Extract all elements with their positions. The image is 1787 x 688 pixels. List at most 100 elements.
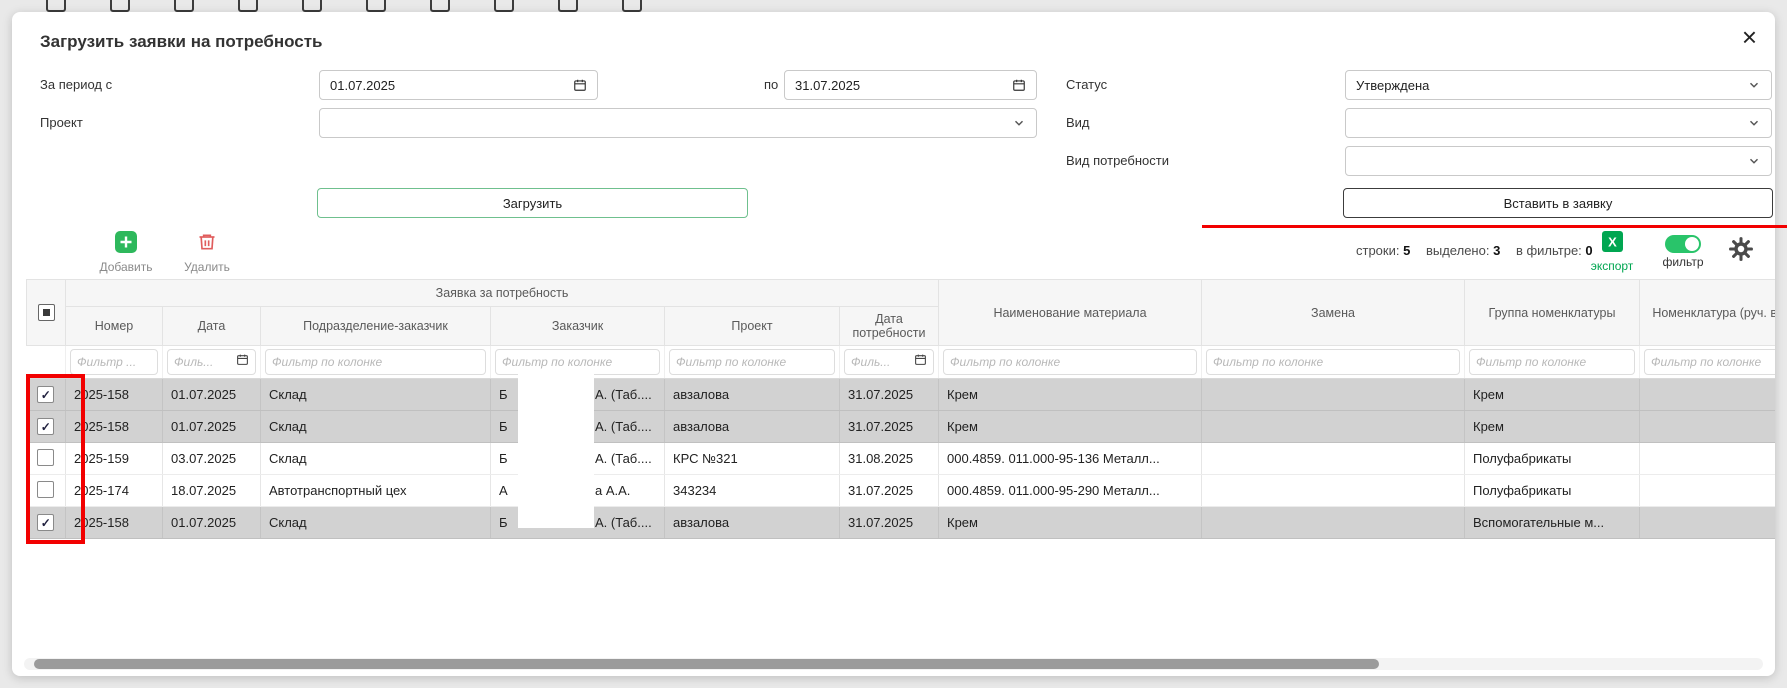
scrollbar-thumb[interactable] — [34, 659, 1379, 669]
calendar-icon[interactable] — [1012, 78, 1026, 92]
toolbar-icon-9[interactable] — [558, 0, 578, 12]
filter-toggle[interactable]: фильтр — [1653, 233, 1713, 269]
row-checkbox-cell: ✓ — [27, 411, 66, 443]
kind-label: Вид — [1066, 115, 1090, 130]
column-filter-input[interactable]: Фильтр по колонке — [1644, 349, 1775, 375]
cell-need-date: 31.08.2025 — [840, 443, 939, 475]
column-filter-input[interactable]: Филь... — [167, 349, 256, 375]
column-header-customer[interactable]: Заказчик — [491, 307, 665, 346]
date-from-input[interactable]: 01.07.2025 — [319, 70, 598, 100]
row-checkbox-checked[interactable]: ✓ — [37, 514, 54, 531]
plus-icon — [115, 231, 137, 253]
rows-label: строки: — [1356, 243, 1399, 258]
column-header-date[interactable]: Дата — [163, 307, 261, 346]
cell-replacement — [1202, 507, 1465, 539]
cell-date: 01.07.2025 — [163, 411, 261, 443]
column-filter-input[interactable]: Фильтр по колонке — [495, 349, 660, 375]
column-header-project[interactable]: Проект — [665, 307, 840, 346]
column-header-department[interactable]: Подразделение-заказчик — [261, 307, 491, 346]
column-filter-input[interactable]: Фильтр по колонке — [669, 349, 835, 375]
cell-replacement — [1202, 411, 1465, 443]
load-button[interactable]: Загрузить — [317, 188, 748, 218]
add-label: Добавить — [94, 260, 158, 274]
row-checkbox[interactable] — [37, 449, 54, 466]
column-filter-input[interactable]: Фильтр по колонке — [943, 349, 1197, 375]
toolbar-icon-1[interactable] — [46, 0, 66, 12]
column-filter-input[interactable]: Фильтр по колонке — [265, 349, 486, 375]
table-row[interactable]: ✓2025-15801.07.2025СкладБА. (Таб....авза… — [27, 507, 1776, 539]
redaction-overlay — [518, 374, 594, 528]
close-icon[interactable]: × — [1742, 24, 1757, 50]
toolbar-icon-10[interactable] — [622, 0, 642, 12]
cell-nomenclature-group: Полуфабрикаты — [1465, 475, 1640, 507]
table-row[interactable]: ✓2025-15801.07.2025СкладБА. (Таб....авза… — [27, 379, 1776, 411]
toolbar-icon-8[interactable] — [494, 0, 514, 12]
cell-department: Склад — [261, 379, 491, 411]
settings-gear-icon[interactable] — [1727, 236, 1755, 267]
cell-nomenclature-manual — [1640, 475, 1776, 507]
delete-button[interactable]: Удалить — [175, 231, 239, 274]
selected-value: 3 — [1493, 243, 1500, 258]
calendar-icon[interactable] — [573, 78, 587, 92]
column-header-material[interactable]: Наименование материала — [939, 280, 1202, 346]
cell-need-date: 31.07.2025 — [840, 411, 939, 443]
row-checkbox-cell — [27, 475, 66, 507]
insert-into-request-button[interactable]: Вставить в заявку — [1343, 188, 1773, 218]
toolbar-icon-3[interactable] — [174, 0, 194, 12]
filter-placeholder: Фильтр ... — [77, 355, 136, 369]
cell-nomenclature-group: Крем — [1465, 379, 1640, 411]
toolbar-icon-4[interactable] — [238, 0, 258, 12]
cell-material: Крем — [939, 379, 1202, 411]
toggle-switch-icon[interactable] — [1665, 235, 1701, 253]
column-filter-input[interactable]: Фильтр по колонке — [1469, 349, 1635, 375]
cell-nomenclature-group: Вспомогательные м... — [1465, 507, 1640, 539]
filter-placeholder: Фильтр по колонке — [502, 355, 612, 369]
cell-date: 03.07.2025 — [163, 443, 261, 475]
cell-project: авзалова — [665, 411, 840, 443]
row-checkbox-checked[interactable]: ✓ — [37, 418, 54, 435]
column-header-replacement[interactable]: Замена — [1202, 280, 1465, 346]
calendar-icon[interactable] — [236, 353, 249, 366]
date-to-input[interactable]: 31.07.2025 — [784, 70, 1037, 100]
table-row[interactable]: 2025-17418.07.2025Автотранспортный цехАа… — [27, 475, 1776, 507]
table-row[interactable]: ✓2025-15801.07.2025СкладБА. (Таб....авза… — [27, 411, 1776, 443]
column-header-nomenclature[interactable]: Номенклатура (руч. ввод) — [1640, 280, 1776, 346]
requests-table: Заявка за потребность Наименование матер… — [26, 279, 1775, 539]
status-value: Утверждена — [1356, 78, 1429, 93]
toolbar-icon-5[interactable] — [302, 0, 322, 12]
column-header-group[interactable]: Группа номенклатуры — [1465, 280, 1640, 346]
column-header-need-date[interactable]: Дата потребности — [840, 307, 939, 346]
filter-label: фильтр — [1653, 255, 1713, 269]
toolbar-icon-6[interactable] — [366, 0, 386, 12]
cell-material: 000.4859. 011.000-95-136 Металл... — [939, 443, 1202, 475]
status-select[interactable]: Утверждена — [1345, 70, 1772, 100]
indeterminate-mark — [43, 309, 50, 316]
filter-placeholder: Фильтр по колонке — [272, 355, 382, 369]
filter-placeholder: Фильтр по колонке — [676, 355, 786, 369]
chevron-down-icon — [1012, 116, 1026, 130]
cell-nomenclature-manual — [1640, 411, 1776, 443]
calendar-icon[interactable] — [914, 353, 927, 366]
column-header-number[interactable]: Номер — [66, 307, 163, 346]
cell-project: авзалова — [665, 379, 840, 411]
row-checkbox-checked[interactable]: ✓ — [37, 386, 54, 403]
add-button[interactable]: Добавить — [94, 231, 158, 274]
horizontal-scrollbar[interactable] — [24, 658, 1763, 670]
cell-need-date: 31.07.2025 — [840, 507, 939, 539]
column-filter-input[interactable]: Филь... — [844, 349, 934, 375]
column-filter-input[interactable]: Фильтр по колонке — [1206, 349, 1460, 375]
select-all-checkbox[interactable] — [38, 304, 55, 321]
toolbar-icon-7[interactable] — [430, 0, 450, 12]
column-filter-input[interactable]: Фильтр ... — [70, 349, 158, 375]
table-row[interactable]: 2025-15903.07.2025СкладБА. (Таб....КРС №… — [27, 443, 1776, 475]
selected-label: выделено: — [1426, 243, 1489, 258]
cell-nomenclature-group: Полуфабрикаты — [1465, 443, 1640, 475]
kind-select[interactable] — [1345, 108, 1772, 138]
row-checkbox[interactable] — [37, 481, 54, 498]
toolbar-icon-2[interactable] — [110, 0, 130, 12]
need-kind-select[interactable] — [1345, 146, 1772, 176]
cell-number: 2025-158 — [66, 411, 163, 443]
project-select[interactable] — [319, 108, 1037, 138]
chevron-down-icon — [1747, 154, 1761, 168]
export-button[interactable]: X экспорт — [1584, 231, 1640, 273]
